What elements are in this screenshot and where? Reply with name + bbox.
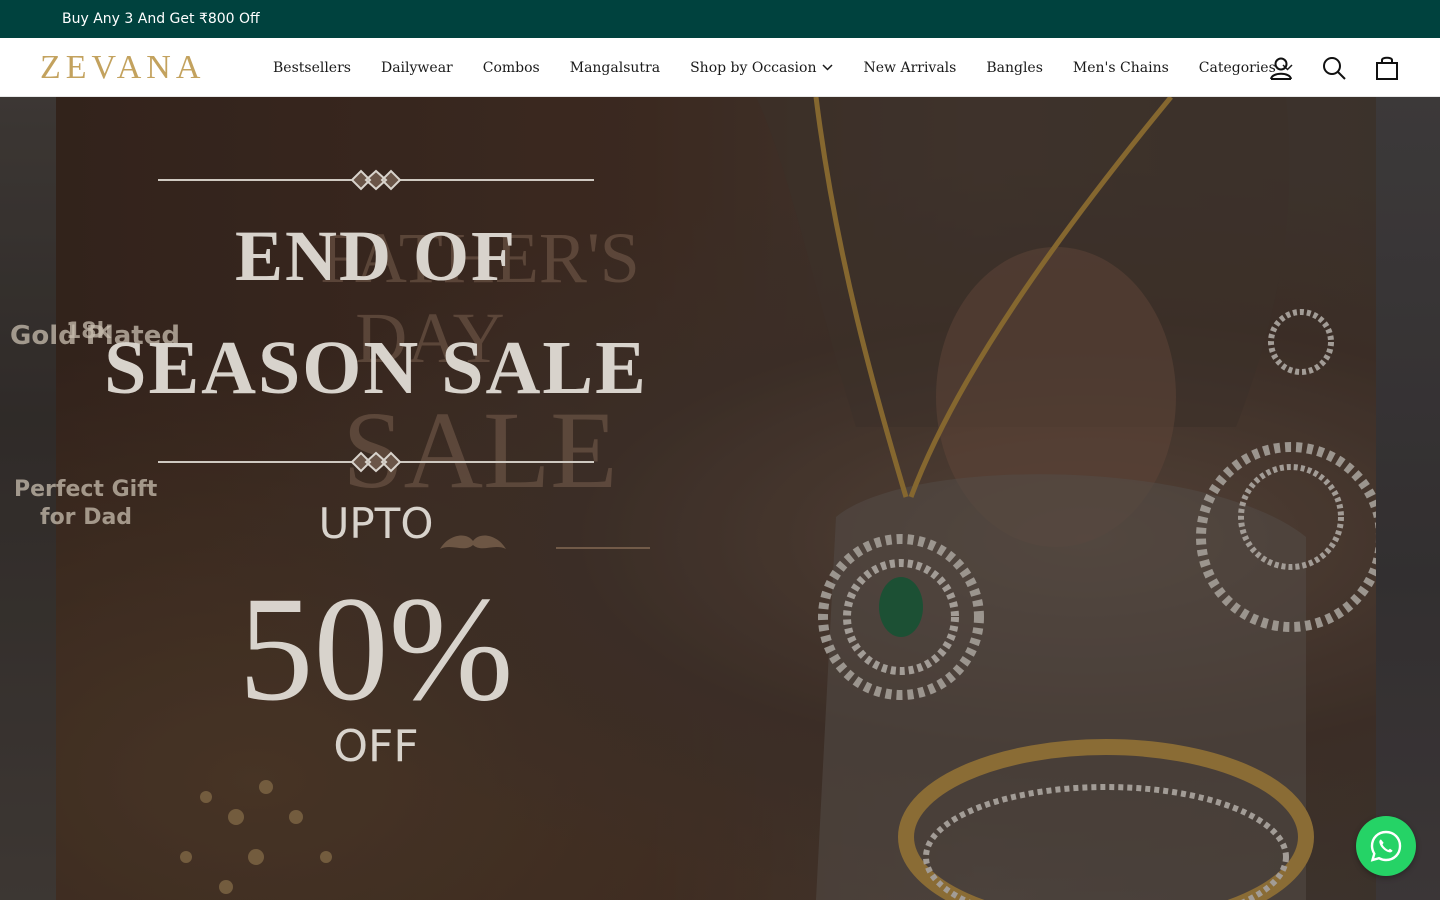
nav-item-label: Dailywear [380,59,453,76]
announcement-text[interactable]: Buy Any 3 And Get ₹800 Off [62,11,260,27]
nav-item-label: Mangalsutra [569,59,661,76]
nav-item-bangles[interactable]: Bangles [971,60,1058,76]
nav-item-label: Bestsellers [273,59,351,76]
chevron-down-icon [822,64,834,71]
nav-item-shop-by-occasion[interactable]: Shop by Occasion [675,60,848,76]
nav-item-label: Shop by Occasion [690,59,817,76]
header-icons [1268,38,1400,97]
nav-item-label: Combos [482,59,540,76]
account-icon[interactable] [1268,55,1294,81]
nav-item-label: Men's Chains [1072,59,1169,76]
mustache-icon [440,535,506,549]
nav-item-dailywear[interactable]: Dailywear [366,60,468,76]
cart-icon[interactable] [1374,55,1400,81]
nav-item-bestsellers[interactable]: Bestsellers [258,60,366,76]
hero-carousel[interactable]: 18k Gold Plated Perfect Gift for Dad FAT… [0,97,1440,900]
nav-item-label: Categories [1198,59,1276,76]
hero-title-line1: END OF [235,216,517,296]
main-nav: Bestsellers Dailywear Combos Mangalsutra… [258,38,1308,97]
hero-percent: 50% [238,566,514,732]
hero-title-line2: SEASON SALE [104,326,648,410]
nav-item-label: New Arrivals [863,59,957,76]
site-header: ZEVANA Bestsellers Dailywear Combos Mang… [0,38,1440,97]
nav-item-new-arrivals[interactable]: New Arrivals [848,60,971,76]
brand-logo[interactable]: ZEVANA [40,50,220,86]
diamond-ornament-icon [350,169,402,191]
nav-item-mangalsutra[interactable]: Mangalsutra [555,60,675,76]
diamond-ornament-icon [350,451,402,473]
hero-off: OFF [333,721,419,772]
hero-upto: UPTO [318,499,434,548]
divider-short [556,547,650,549]
whatsapp-icon [1370,830,1402,862]
nav-item-mens-chains[interactable]: Men's Chains [1058,60,1184,76]
announcement-bar: Buy Any 3 And Get ₹800 Off [0,0,1440,38]
search-icon[interactable] [1321,55,1347,81]
whatsapp-chat-button[interactable] [1356,816,1416,876]
nav-item-label: Bangles [986,59,1043,76]
nav-item-combos[interactable]: Combos [468,60,555,76]
